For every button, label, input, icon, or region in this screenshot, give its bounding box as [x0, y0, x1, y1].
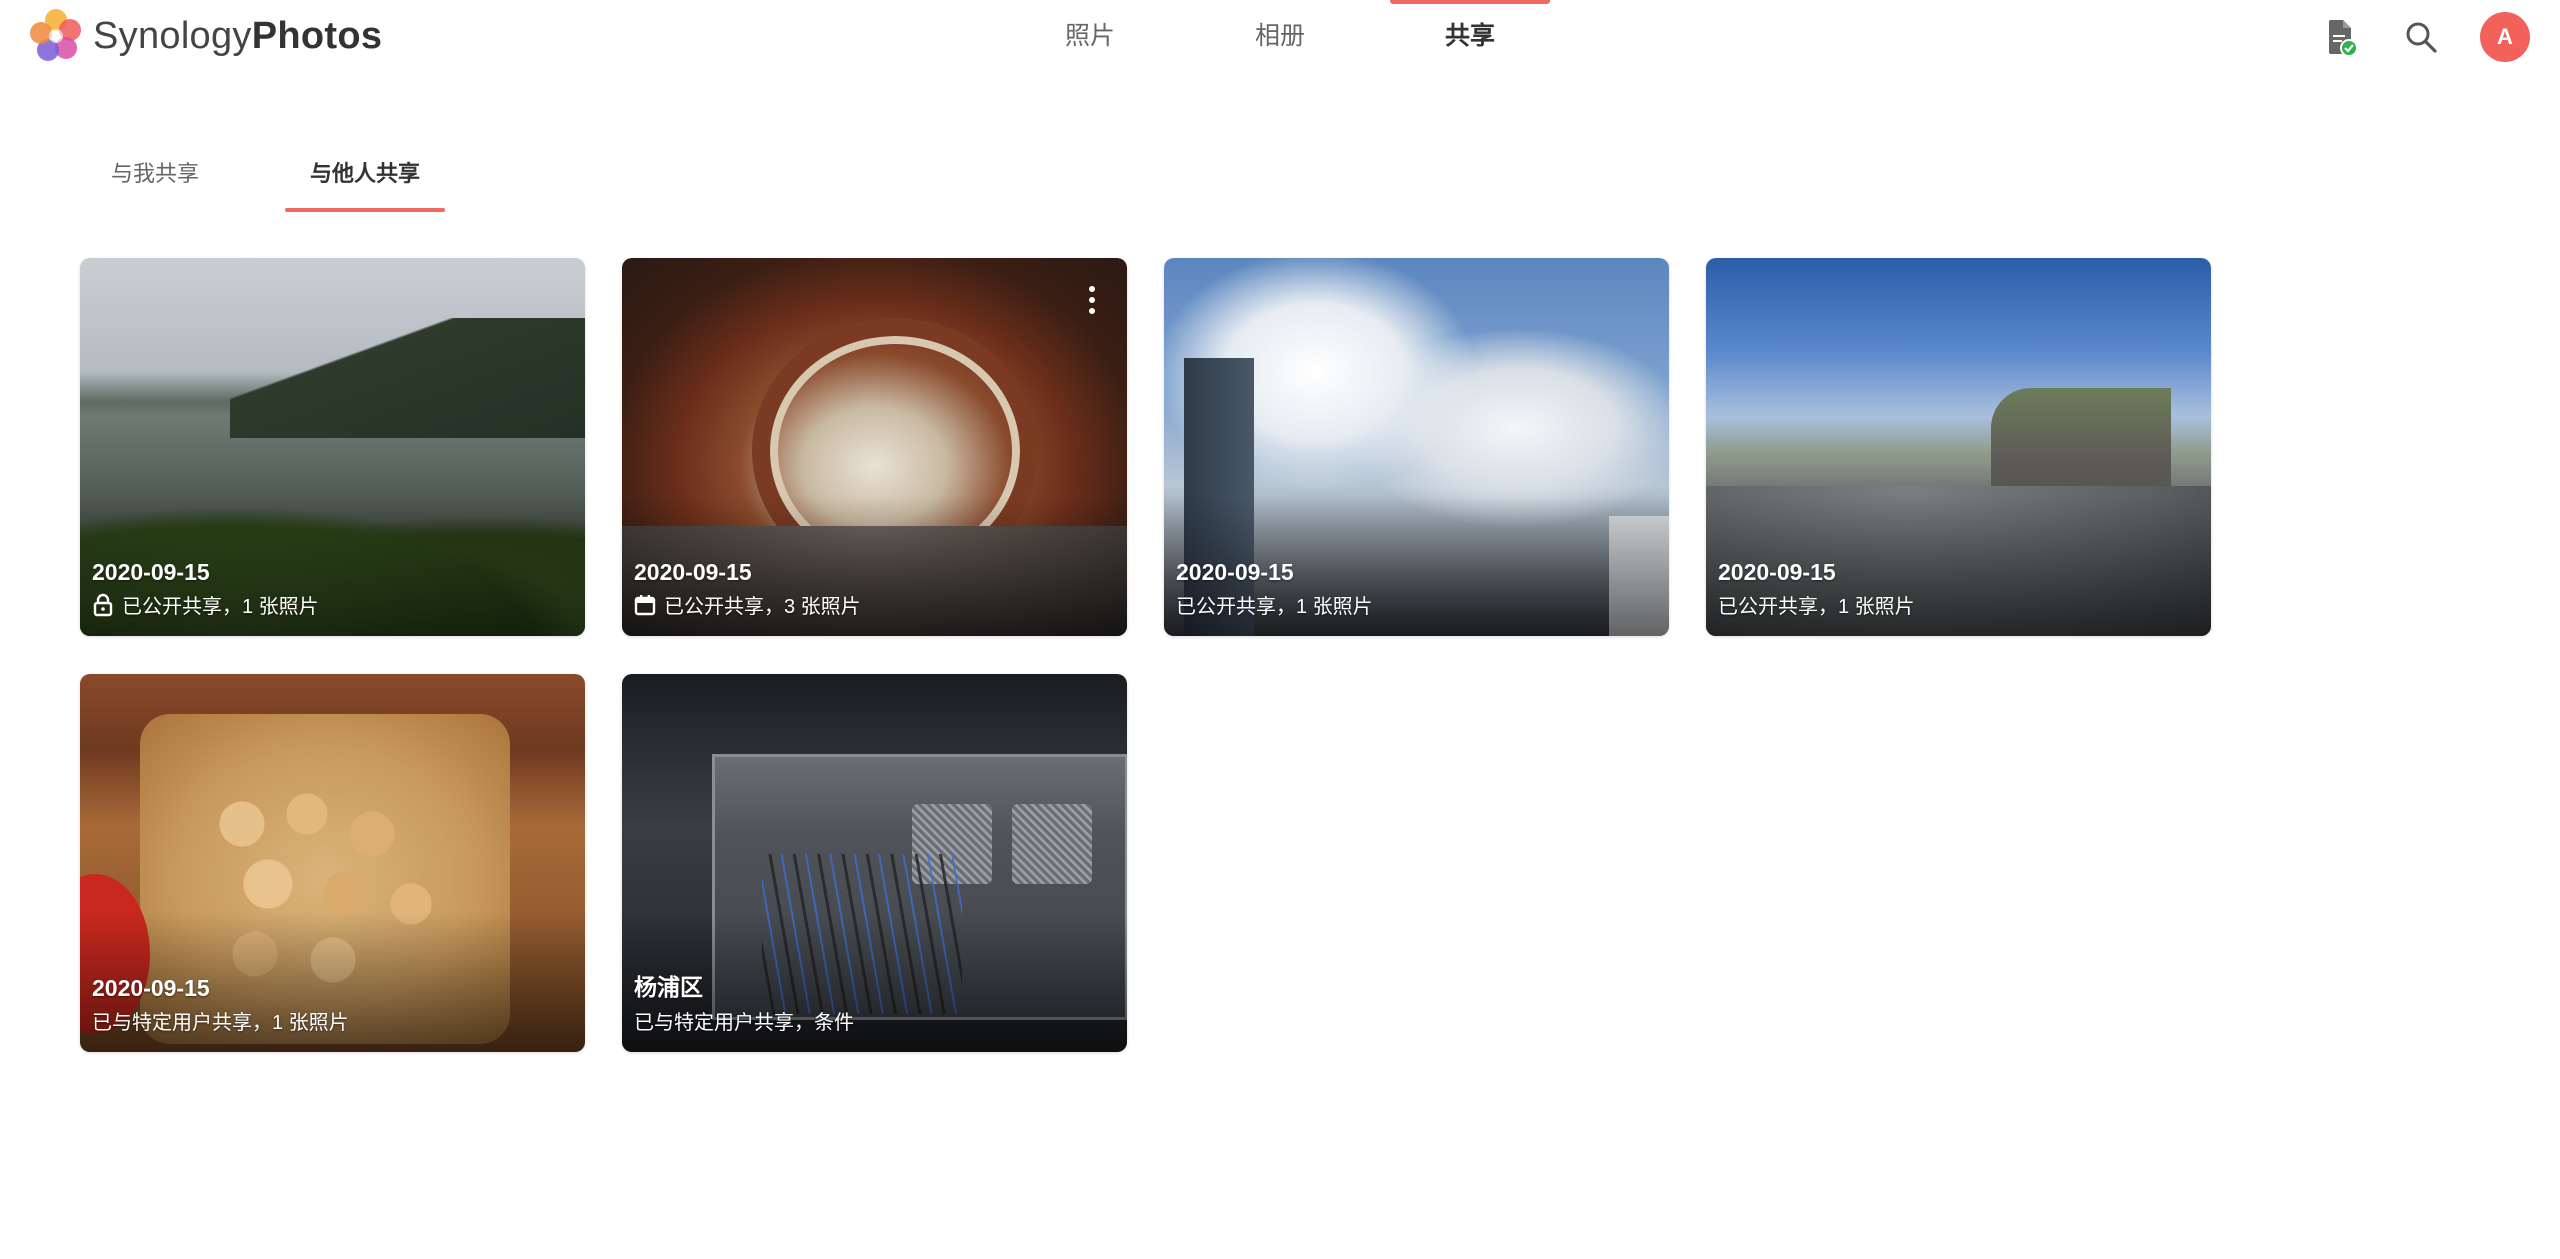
album-title: 2020-09-15	[1176, 559, 1294, 585]
tab-sharing[interactable]: 共享	[1390, 0, 1550, 72]
calendar-icon	[634, 594, 656, 615]
album-title: 杨浦区	[634, 974, 703, 1000]
album-title: 2020-09-15	[1718, 559, 1836, 585]
album-share-info: 已与特定用户共享，条件	[634, 1012, 854, 1034]
file-status-button[interactable]	[2318, 14, 2364, 60]
album-title: 2020-09-15	[634, 559, 752, 585]
album-share-info: 已与特定用户共享，1 张照片	[92, 1012, 349, 1034]
lock-icon	[93, 593, 113, 616]
user-avatar[interactable]: A	[2480, 12, 2530, 62]
app-brand: SynologyPhotos	[93, 8, 382, 64]
album-share-info: 已公开共享，1 张照片	[1718, 596, 1915, 618]
more-options-icon[interactable]	[1083, 286, 1101, 314]
album-card[interactable]: 2020-09-15 已公开共享，1 张照片	[80, 258, 585, 636]
synology-photos-logo[interactable]	[28, 6, 84, 64]
tab-shared-with-others[interactable]: 与他人共享	[285, 140, 445, 212]
album-card[interactable]: 2020-09-15 已公开共享，1 张照片	[1706, 258, 2211, 636]
file-status-icon	[2329, 20, 2358, 57]
top-bar: SynologyPhotos 照片 相册 共享 A	[0, 0, 2560, 72]
album-card[interactable]: 2020-09-15 已与特定用户共享，1 张照片	[80, 674, 585, 1052]
photo-thumbnail	[230, 318, 585, 438]
album-share-info: 已公开共享，1 张照片	[122, 596, 319, 618]
brand-photos: Photos	[251, 15, 383, 57]
tab-shared-with-me[interactable]: 与我共享	[80, 140, 230, 212]
album-title: 2020-09-15	[92, 975, 210, 1001]
search-icon	[2406, 22, 2437, 53]
tab-photos[interactable]: 照片	[1010, 0, 1170, 72]
album-card[interactable]: 2020-09-15 已公开共享，3 张照片	[622, 258, 1127, 636]
brand-synology: Synology	[93, 15, 252, 57]
album-card[interactable]: 2020-09-15 已公开共享，1 张照片	[1164, 258, 1669, 636]
tab-albums[interactable]: 相册	[1200, 0, 1360, 72]
album-share-info: 已公开共享，1 张照片	[1176, 596, 1373, 618]
search-button[interactable]	[2398, 14, 2444, 60]
album-share-info: 已公开共享，3 张照片	[664, 596, 861, 618]
album-card[interactable]: 杨浦区 已与特定用户共享，条件	[622, 674, 1127, 1052]
album-title: 2020-09-15	[92, 559, 210, 585]
